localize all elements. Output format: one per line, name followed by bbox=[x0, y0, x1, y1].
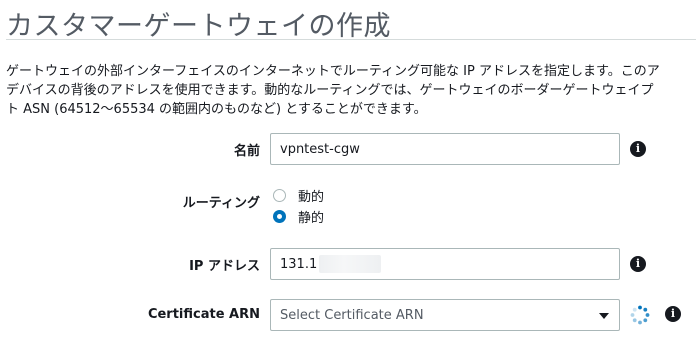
name-input-value: vpntest-cgw bbox=[280, 141, 360, 157]
redacted-region bbox=[319, 255, 382, 273]
page-title: カスタマーゲートウェイの作成 bbox=[6, 11, 391, 42]
routing-option-static[interactable]: 静的 bbox=[273, 207, 324, 226]
routing-option-dynamic[interactable]: 動的 bbox=[273, 186, 324, 205]
routing-option-label: 静的 bbox=[298, 211, 325, 226]
page-description: ゲートウェイの外部インターフェイスのインターネットでルーティング可能な IP ア… bbox=[6, 62, 696, 119]
info-icon[interactable]: i bbox=[665, 306, 681, 322]
routing-label: ルーティング bbox=[182, 196, 260, 211]
radio-static[interactable] bbox=[273, 210, 286, 223]
ip-address-value: 131.1 bbox=[280, 256, 318, 272]
certificate-arn-placeholder: Select Certificate ARN bbox=[280, 307, 424, 323]
title-divider bbox=[6, 39, 696, 40]
ip-address-label: IP アドレス bbox=[189, 259, 260, 274]
name-label: 名前 bbox=[233, 144, 260, 159]
description-line: デバイスの背後のアドレスを使用できます。動的なルーティングでは、ゲートウェイのボ… bbox=[6, 83, 654, 98]
info-icon[interactable]: i bbox=[630, 256, 646, 272]
certificate-arn-select[interactable]: Select Certificate ARN bbox=[270, 299, 620, 331]
description-line: ト ASN (64512〜65534 の範囲内のものなど) とすることができます… bbox=[6, 102, 427, 117]
certificate-arn-label: Certificate ARN bbox=[147, 307, 260, 322]
chevron-down-icon[interactable] bbox=[599, 313, 609, 319]
info-icon[interactable]: i bbox=[630, 141, 646, 157]
loading-spinner-icon bbox=[630, 305, 650, 325]
description-line: ゲートウェイの外部インターフェイスのインターネットでルーティング可能な IP ア… bbox=[6, 64, 660, 79]
radio-dynamic[interactable] bbox=[273, 189, 286, 202]
routing-option-label: 動的 bbox=[298, 190, 325, 205]
ip-address-input[interactable]: 131.1 bbox=[270, 248, 620, 280]
name-input[interactable]: vpntest-cgw bbox=[270, 133, 620, 165]
create-customer-gateway-page: カスタマーゲートウェイの作成 ゲートウェイの外部インターフェイスのインターネット… bbox=[0, 0, 696, 342]
